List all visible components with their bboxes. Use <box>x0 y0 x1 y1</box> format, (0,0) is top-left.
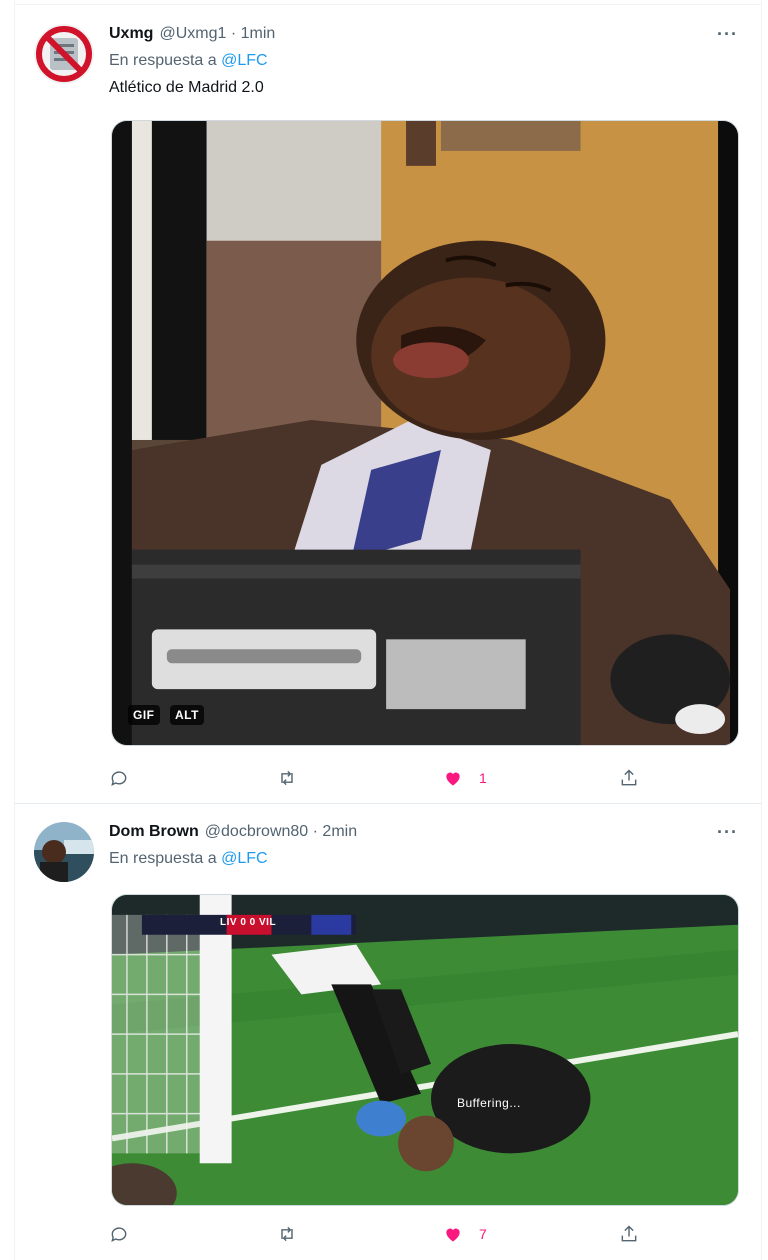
retweet-icon <box>281 1226 293 1242</box>
avatar-image <box>34 24 94 84</box>
display-name[interactable]: Dom Brown <box>109 823 199 840</box>
scoreboard-text: LIV 0 0 VIL <box>220 917 277 928</box>
tweet-media-gif[interactable]: GIF ALT <box>111 120 739 746</box>
handle-and-time[interactable]: @docbrown80 · 2min <box>205 823 357 840</box>
like-button[interactable]: 1 <box>443 766 487 790</box>
reply-button[interactable] <box>109 766 129 790</box>
reply-mention-link[interactable]: @LFC <box>221 850 267 867</box>
tweet-divider <box>14 803 762 804</box>
like-count: 1 <box>479 770 487 786</box>
gif-badge: GIF <box>128 705 160 725</box>
alt-badge[interactable]: ALT <box>170 705 204 725</box>
display-name[interactable]: Uxmg <box>109 25 153 42</box>
reply-icon <box>111 1227 127 1242</box>
reply-mention-link[interactable]: @LFC <box>221 52 267 69</box>
share-button[interactable] <box>619 1222 639 1246</box>
tweet-actions: 1 <box>109 766 649 790</box>
tweet-media-video[interactable]: LIV 0 0 VIL Buffering... <box>111 894 739 1206</box>
tweet-header: Dom Brown @docbrown80 · 2min <box>109 822 357 842</box>
more-options-icon[interactable]: ··· <box>717 24 738 45</box>
tweet-1[interactable]: Uxmg @Uxmg1 · 1min ··· En respuesta a @LF… <box>14 24 762 796</box>
reply-prefix: En respuesta a <box>109 850 217 867</box>
top-divider <box>14 4 762 5</box>
avatar[interactable] <box>34 24 94 84</box>
tweet-actions: 7 <box>109 1222 649 1246</box>
like-count: 7 <box>479 1226 487 1242</box>
gif-frame <box>112 121 738 745</box>
video-overlay-text: Buffering... <box>457 1096 521 1110</box>
reply-button[interactable] <box>109 1222 129 1246</box>
handle-and-time[interactable]: @Uxmg1 · 1min <box>159 25 275 42</box>
retweet-button[interactable] <box>277 766 297 790</box>
tweet-2[interactable]: Dom Brown @docbrown80 · 2min ··· En respu… <box>14 822 762 1260</box>
retweet-button[interactable] <box>277 1222 297 1246</box>
video-frame <box>112 895 738 1205</box>
reply-icon <box>111 771 127 786</box>
share-button[interactable] <box>619 766 639 790</box>
heart-icon <box>446 1228 460 1242</box>
avatar[interactable] <box>34 822 94 882</box>
reply-prefix: En respuesta a <box>109 52 217 69</box>
share-icon <box>621 1225 637 1242</box>
reply-context: En respuesta a @LFC <box>109 850 268 868</box>
tweet-header: Uxmg @Uxmg1 · 1min <box>109 24 275 44</box>
retweet-icon <box>281 770 293 786</box>
like-button[interactable]: 7 <box>443 1222 487 1246</box>
tweet-text: Atlético de Madrid 2.0 <box>109 79 264 96</box>
heart-icon <box>446 772 460 786</box>
share-icon <box>621 769 637 786</box>
reply-context: En respuesta a @LFC <box>109 52 268 70</box>
more-options-icon[interactable]: ··· <box>717 822 738 843</box>
avatar-image <box>34 822 94 882</box>
